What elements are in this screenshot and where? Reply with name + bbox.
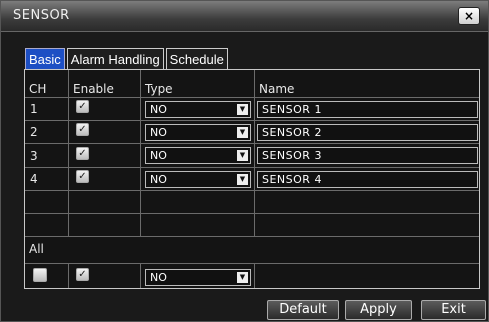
tab-basic[interactable]: Basic bbox=[25, 48, 65, 70]
tab-bar: Basic Alarm Handling Schedule bbox=[25, 48, 230, 70]
grid-line bbox=[25, 97, 479, 98]
row-ch: 3 bbox=[30, 149, 38, 163]
column-header-type: Type bbox=[145, 82, 173, 96]
close-icon: × bbox=[463, 9, 475, 23]
sensor-table-panel: CH Enable Type Name 1 ✓ NO ▼ SENSOR 1 2 ✓… bbox=[24, 69, 480, 289]
enable-all-checkbox[interactable]: ✓ bbox=[76, 268, 89, 281]
grid-line bbox=[25, 120, 479, 121]
grid-line bbox=[68, 70, 69, 236]
grid-line bbox=[254, 70, 255, 236]
column-header-enable: Enable bbox=[73, 82, 114, 96]
row-ch: 4 bbox=[30, 172, 38, 186]
window-title: SENSOR bbox=[13, 8, 70, 23]
type-select[interactable]: NO ▼ bbox=[145, 171, 251, 188]
sensor-dialog: SENSOR × Basic Alarm Handling Schedule C… bbox=[0, 0, 489, 322]
tab-schedule[interactable]: Schedule bbox=[165, 48, 228, 70]
enable-checkbox[interactable]: ✓ bbox=[76, 147, 89, 160]
grid-line bbox=[25, 213, 479, 214]
all-label: All bbox=[29, 242, 44, 256]
type-value: NO bbox=[150, 271, 167, 284]
grid-line bbox=[140, 70, 141, 236]
check-icon: ✓ bbox=[78, 148, 87, 159]
dropdown-arrow-icon: ▼ bbox=[237, 150, 248, 161]
grid-line bbox=[25, 143, 479, 144]
type-all-select[interactable]: NO ▼ bbox=[145, 269, 251, 286]
row-ch: 2 bbox=[30, 125, 38, 139]
grid-line bbox=[25, 190, 479, 191]
enable-checkbox[interactable]: ✓ bbox=[76, 123, 89, 136]
grid-line bbox=[140, 263, 141, 288]
grid-line bbox=[68, 263, 69, 288]
title-bar[interactable]: SENSOR × bbox=[1, 1, 488, 32]
grid-line bbox=[254, 263, 255, 288]
sensor-name-field[interactable]: SENSOR 3 bbox=[257, 147, 478, 164]
sensor-name-field[interactable]: SENSOR 1 bbox=[257, 101, 478, 118]
row-ch: 1 bbox=[30, 102, 38, 116]
check-icon: ✓ bbox=[78, 269, 87, 280]
check-icon: ✓ bbox=[78, 101, 87, 112]
exit-button[interactable]: Exit bbox=[421, 300, 486, 320]
tab-alarm-handling[interactable]: Alarm Handling bbox=[66, 48, 164, 70]
type-select[interactable]: NO ▼ bbox=[145, 147, 251, 164]
default-button[interactable]: Default bbox=[267, 300, 339, 320]
type-value: NO bbox=[150, 126, 167, 139]
column-header-ch: CH bbox=[29, 82, 47, 96]
type-select[interactable]: NO ▼ bbox=[145, 101, 251, 118]
apply-button[interactable]: Apply bbox=[345, 300, 412, 320]
sensor-name-field[interactable]: SENSOR 4 bbox=[257, 171, 478, 188]
grid-line bbox=[25, 236, 479, 237]
type-value: NO bbox=[150, 149, 167, 162]
grid-line bbox=[25, 167, 479, 168]
sensor-name-field[interactable]: SENSOR 2 bbox=[257, 124, 478, 141]
type-value: NO bbox=[150, 103, 167, 116]
type-value: NO bbox=[150, 173, 167, 186]
type-select[interactable]: NO ▼ bbox=[145, 124, 251, 141]
close-button[interactable]: × bbox=[458, 7, 480, 25]
enable-checkbox[interactable]: ✓ bbox=[76, 100, 89, 113]
check-icon: ✓ bbox=[78, 124, 87, 135]
dropdown-arrow-icon: ▼ bbox=[237, 174, 248, 185]
dropdown-arrow-icon: ▼ bbox=[237, 272, 248, 283]
select-all-checkbox[interactable] bbox=[33, 268, 47, 282]
grid-line bbox=[25, 263, 479, 264]
enable-checkbox[interactable]: ✓ bbox=[76, 170, 89, 183]
dropdown-arrow-icon: ▼ bbox=[237, 127, 248, 138]
dropdown-arrow-icon: ▼ bbox=[237, 104, 248, 115]
column-header-name: Name bbox=[259, 82, 295, 96]
check-icon: ✓ bbox=[78, 171, 87, 182]
